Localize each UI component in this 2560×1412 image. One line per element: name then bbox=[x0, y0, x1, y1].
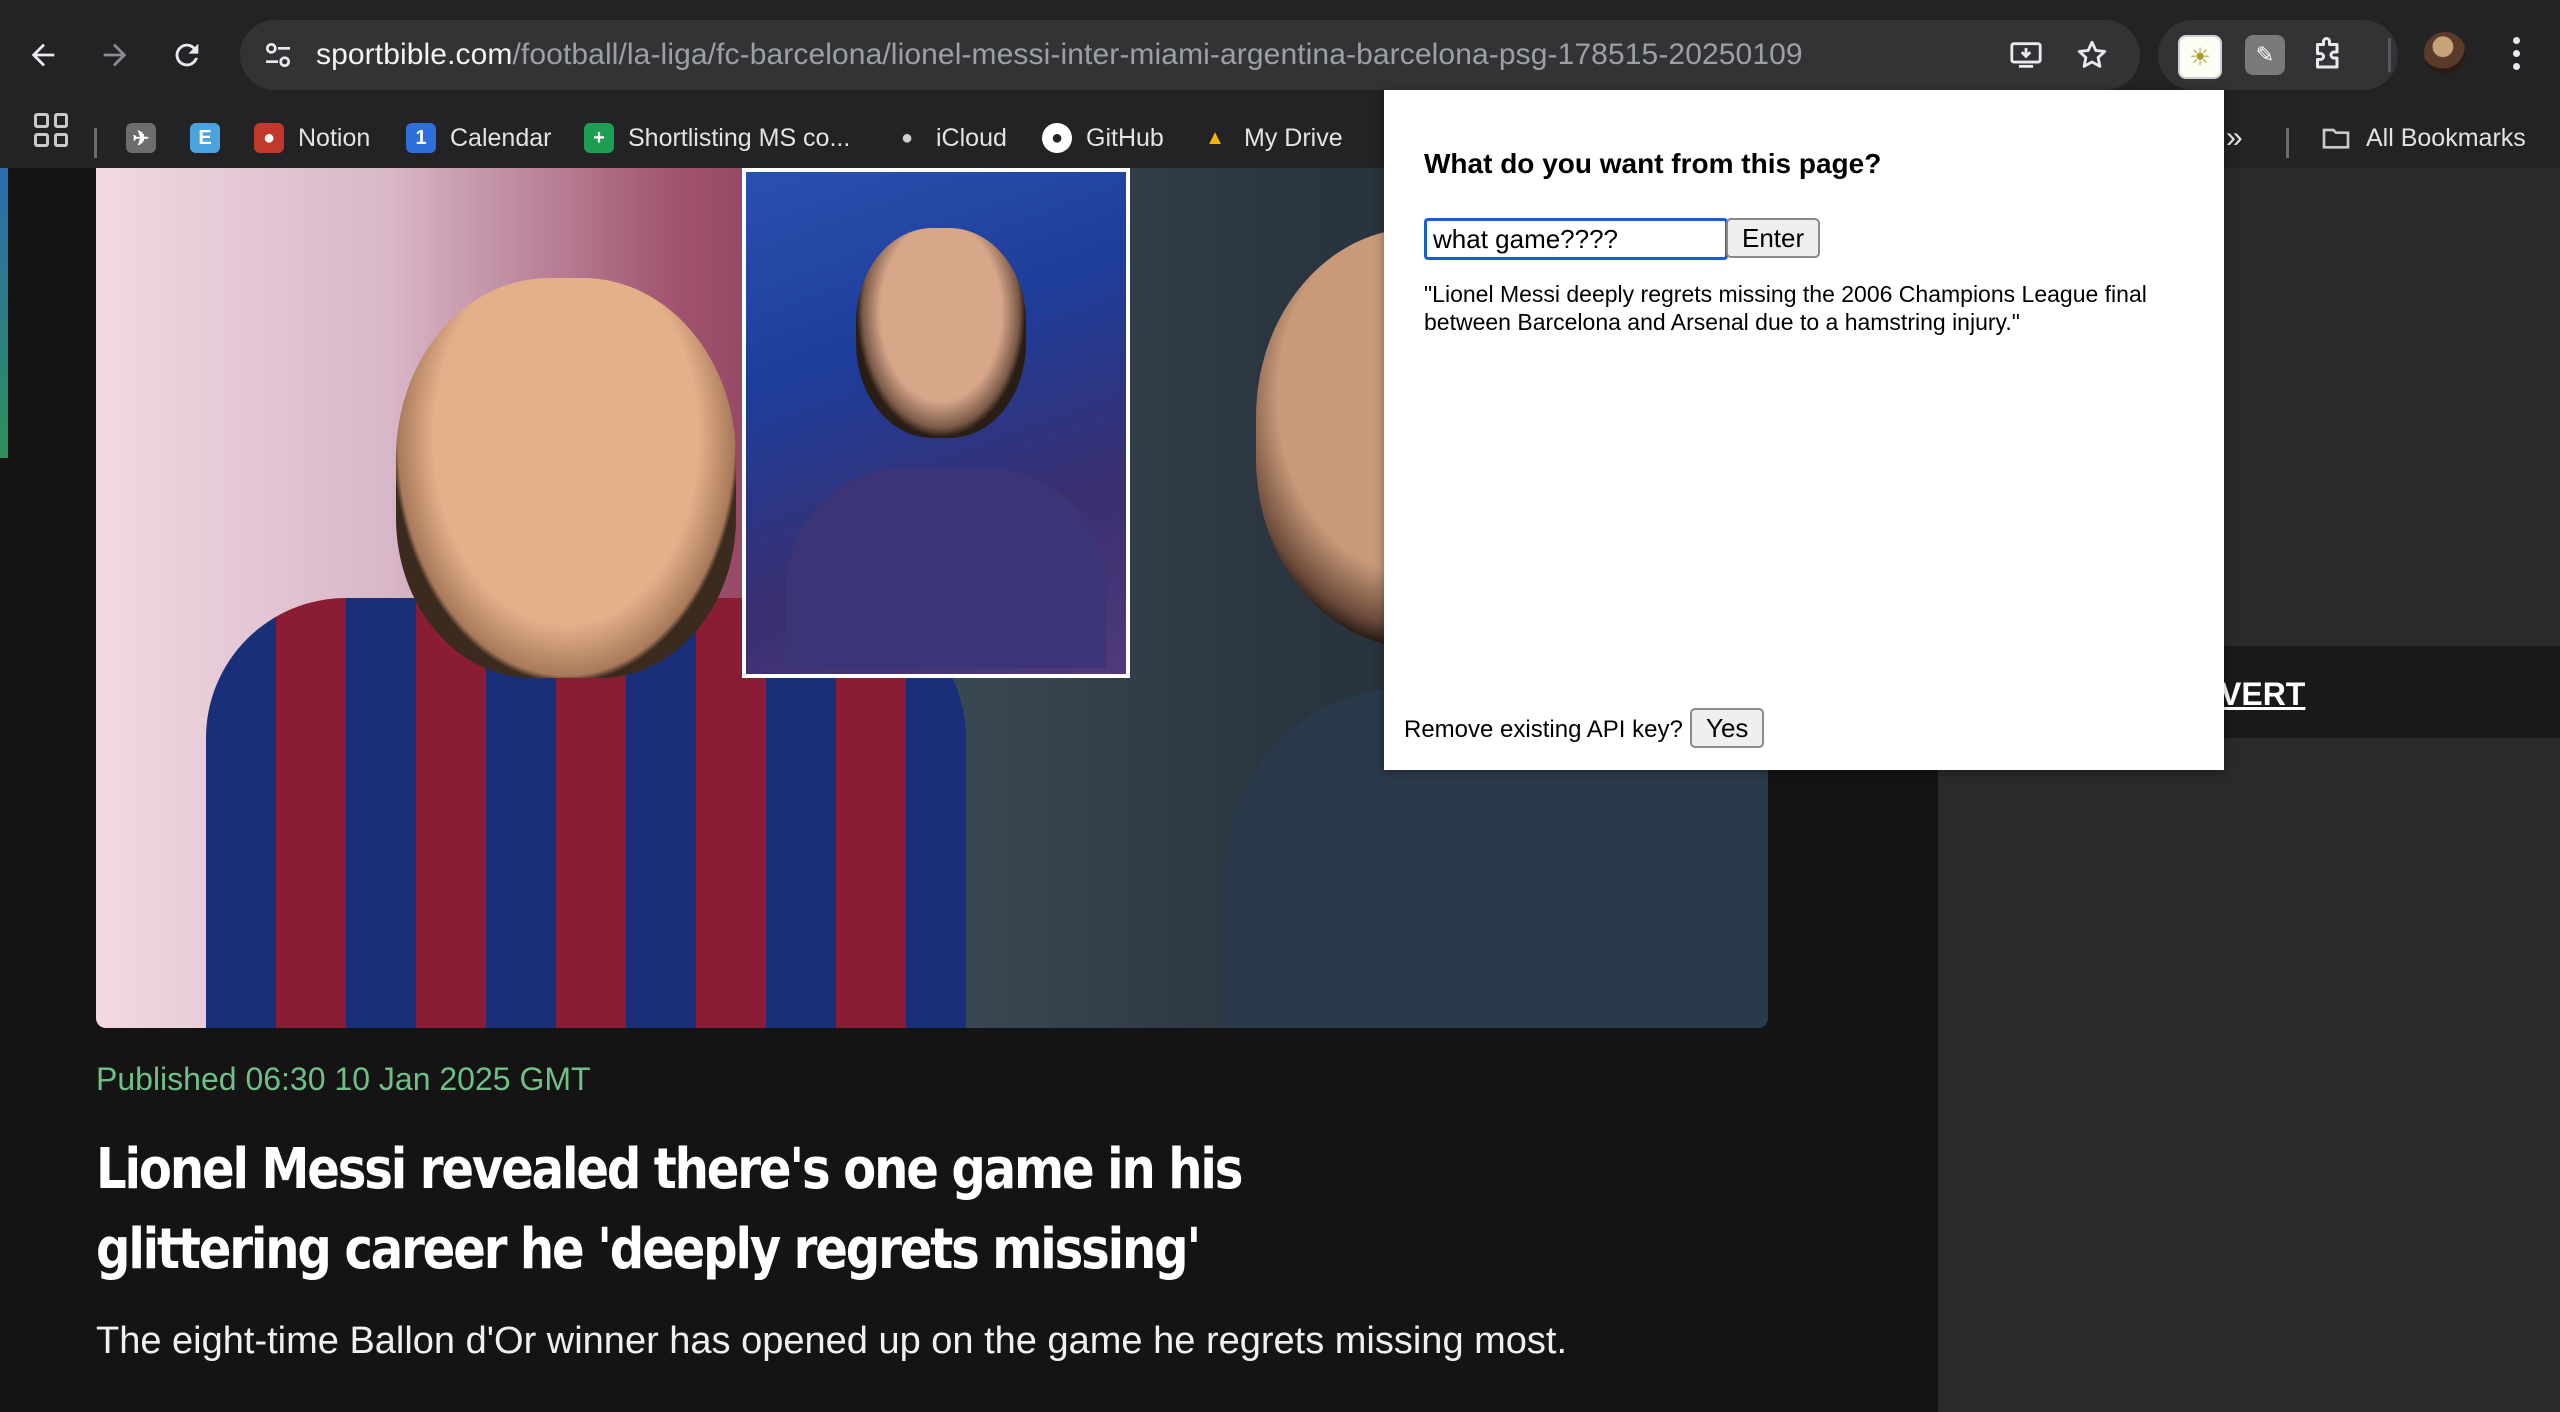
article-standfirst: The eight-time Ballon d'Or winner has op… bbox=[96, 1320, 1568, 1362]
profile-avatar[interactable] bbox=[2424, 32, 2466, 74]
tune-icon bbox=[266, 42, 290, 67]
bookmark-pdf[interactable]: ✈ bbox=[126, 118, 156, 158]
answer-text: "Lionel Messi deeply regrets missing the… bbox=[1424, 281, 2147, 335]
forward-button[interactable] bbox=[88, 28, 142, 82]
bookmark-notion[interactable]: ● Notion bbox=[254, 118, 370, 158]
apple-icon: ● bbox=[900, 126, 914, 149]
enter-button[interactable]: Enter bbox=[1726, 218, 1821, 258]
install-desktop-icon bbox=[2010, 42, 2042, 68]
publish-date: Published 06:30 10 Jan 2025 GMT bbox=[96, 1061, 591, 1097]
url-text[interactable]: sportbible.com/football/la-liga/fc-barce… bbox=[316, 38, 1803, 72]
folder-icon bbox=[2322, 128, 2350, 149]
url-path: /football/la-liga/fc-barcelona/lionel-me… bbox=[512, 38, 1803, 71]
sheets-icon: + bbox=[584, 123, 614, 153]
pdf-app-icon: ✈ bbox=[126, 123, 156, 153]
site-info-button[interactable] bbox=[258, 35, 298, 75]
reload-button[interactable] bbox=[160, 28, 214, 82]
article-headline: Lionel Messi revealed there's one game i… bbox=[96, 1137, 1243, 1282]
popup-title: What do you want from this page? bbox=[1424, 148, 1882, 179]
star-icon bbox=[2077, 40, 2107, 68]
bookmark-calendar[interactable]: 1 Calendar bbox=[406, 118, 551, 158]
url-host: sportbible.com bbox=[316, 38, 513, 71]
back-arrow-icon bbox=[31, 43, 55, 67]
more-bookmarks-chevron-icon[interactable]: » bbox=[2226, 118, 2243, 158]
back-button[interactable] bbox=[16, 28, 70, 82]
apps-grid-icon[interactable] bbox=[34, 113, 68, 147]
toolbar-divider bbox=[2388, 38, 2391, 72]
reload-icon bbox=[175, 43, 199, 67]
install-app-button[interactable] bbox=[2006, 35, 2046, 75]
calendar-icon: 1 bbox=[406, 123, 436, 153]
document-extension-icon[interactable]: ✎ bbox=[2245, 35, 2285, 75]
extensions-puzzle-icon[interactable] bbox=[2308, 35, 2348, 75]
bookmark-shortlisting[interactable]: + Shortlisting MS co... bbox=[584, 118, 850, 158]
github-icon: ● bbox=[1042, 123, 1072, 153]
page-edge-accent bbox=[0, 168, 8, 458]
bookmarks-divider bbox=[94, 128, 97, 158]
yes-button[interactable]: Yes bbox=[1690, 708, 1765, 748]
drive-icon: ▲ bbox=[1205, 126, 1225, 149]
e-app-icon: E bbox=[190, 123, 220, 153]
bookmark-icloud[interactable]: ● iCloud bbox=[892, 118, 1007, 158]
lightbulb-extension-icon[interactable]: ☀ bbox=[2178, 35, 2222, 79]
bookmarks-divider bbox=[2286, 128, 2289, 158]
question-input[interactable] bbox=[1424, 218, 1728, 260]
bookmark-star-button[interactable] bbox=[2072, 35, 2112, 75]
all-bookmarks-button[interactable]: All Bookmarks bbox=[2320, 118, 2526, 158]
advert-link[interactable]: VERT bbox=[2220, 676, 2305, 713]
remove-api-key-label: Remove existing API key? bbox=[1404, 716, 1683, 743]
extensions-group: ☀ ✎ bbox=[2158, 20, 2398, 90]
bookmark-my-drive[interactable]: ▲ My Drive bbox=[1200, 118, 1343, 158]
notion-icon: ● bbox=[254, 123, 284, 153]
browser-menu-icon[interactable] bbox=[2498, 30, 2534, 76]
extension-popup: What do you want from this page? Enter "… bbox=[1384, 90, 2224, 770]
bookmark-e[interactable]: E bbox=[190, 118, 220, 158]
forward-arrow-icon bbox=[103, 43, 127, 67]
bookmark-github[interactable]: ● GitHub bbox=[1042, 118, 1164, 158]
address-bar[interactable]: sportbible.com/football/la-liga/fc-barce… bbox=[240, 20, 2140, 90]
